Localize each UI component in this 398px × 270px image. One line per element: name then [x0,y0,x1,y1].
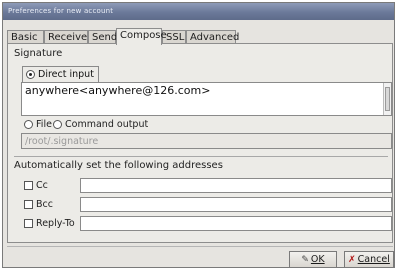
signature-section-title: Signature [14,48,63,59]
bcc-input[interactable] [80,197,392,212]
ok-icon: ✎ [301,255,309,265]
signature-textarea[interactable]: anywhere<anywhere@126.com> [21,82,392,116]
direct-input-label: Direct input [38,69,94,80]
bcc-checkbox[interactable]: Bcc [24,199,53,210]
bcc-checkbox-indicator [24,200,33,209]
reply-to-label: Reply-To [36,218,75,229]
command-output-label: Command output [65,119,149,130]
file-label: File [36,119,52,130]
tab-basic[interactable]: Basic [7,30,44,44]
direct-input-radio-indicator [26,70,35,79]
reply-to-input[interactable] [80,216,392,231]
signature-scrollbar[interactable] [383,83,391,115]
section-divider [14,156,388,157]
cc-label: Cc [36,180,48,191]
ok-button[interactable]: ✎ OK [289,251,337,268]
addresses-section-title: Automatically set the following addresse… [14,160,223,171]
direct-input-radio[interactable]: Direct input [22,66,99,83]
file-radio[interactable]: File [24,119,52,130]
command-output-radio[interactable]: Command output [53,119,148,130]
cancel-button-label: Cancel [357,254,390,265]
reply-to-checkbox-indicator [24,219,33,228]
compose-panel: Signature Direct input anywhere<anywhere… [7,43,393,243]
window-title: Preferences for new account [3,3,394,20]
bcc-label: Bcc [36,199,53,210]
cc-checkbox[interactable]: Cc [24,180,48,191]
tab-advanced[interactable]: Advanced [186,30,239,44]
cancel-icon: ✗ [348,255,356,265]
scrollbar-thumb[interactable] [385,87,390,111]
preferences-window: Preferences for new account Basic Receiv… [2,2,395,268]
signature-text: anywhere<anywhere@126.com> [25,84,211,97]
cc-checkbox-indicator [24,181,33,190]
tab-send[interactable]: Send [88,30,117,44]
tab-receive[interactable]: Receive [44,30,88,44]
signature-path-field[interactable]: /root/.signature [21,133,392,149]
ok-button-label: OK [310,254,325,265]
button-bar-divider [7,246,393,247]
command-output-radio-indicator [53,120,62,129]
reply-to-checkbox[interactable]: Reply-To [24,218,75,229]
cancel-button[interactable]: ✗ Cancel [344,251,394,268]
tab-compose[interactable]: Compose [116,28,167,45]
cc-input[interactable] [80,178,392,193]
file-radio-indicator [24,120,33,129]
